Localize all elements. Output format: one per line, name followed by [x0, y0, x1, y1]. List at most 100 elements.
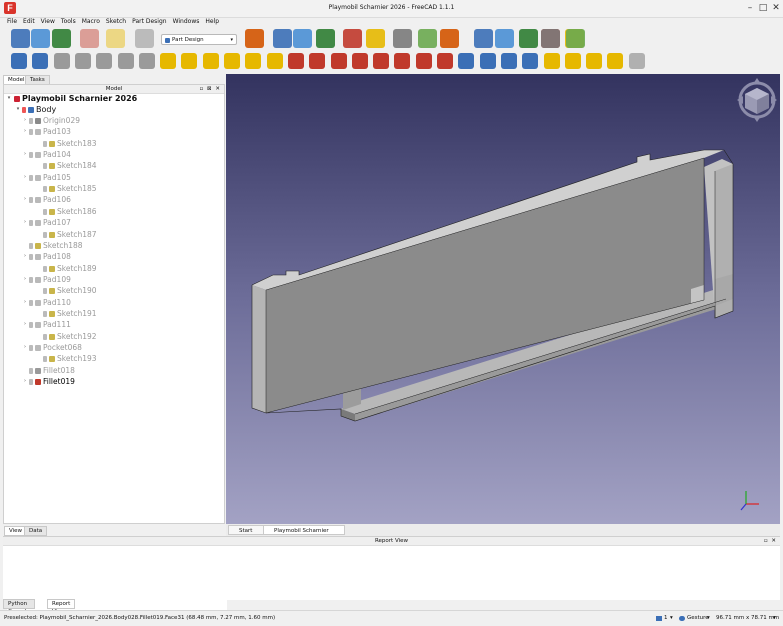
visibility-eye-icon[interactable] — [43, 288, 47, 295]
menu-view[interactable]: View — [38, 17, 58, 26]
menu-tools[interactable]: Tools — [58, 17, 79, 26]
tab-document[interactable]: Playmobil Scharnier 2026 : 1 ✕ — [263, 525, 345, 544]
revolution-icon[interactable] — [181, 53, 198, 69]
fillet-icon[interactable] — [458, 53, 475, 69]
multi-transform-icon[interactable] — [607, 53, 624, 69]
chamfer-icon[interactable] — [479, 53, 496, 69]
visibility-eye-icon[interactable] — [43, 265, 47, 272]
fit-all-icon[interactable] — [273, 29, 292, 48]
clone-icon[interactable] — [96, 53, 113, 69]
draw-style-icon[interactable] — [343, 29, 362, 48]
pipe-icon[interactable] — [224, 53, 240, 69]
boolean-icon[interactable] — [437, 53, 453, 69]
visibility-eye-icon[interactable] — [29, 367, 33, 374]
expander-icon[interactable]: › — [22, 194, 28, 205]
navigation-style[interactable]: Gesture — [687, 611, 709, 626]
isometric-view-icon[interactable] — [316, 29, 335, 48]
send-to-icon[interactable] — [541, 29, 560, 48]
tab-report-view[interactable]: Report View — [47, 599, 76, 615]
menu-part-design[interactable]: Part Design — [129, 17, 169, 26]
visibility-eye-icon[interactable] — [29, 242, 33, 249]
linear-pattern-icon[interactable] — [564, 53, 581, 69]
polar-pattern-icon[interactable] — [586, 53, 603, 69]
visibility-eye-icon[interactable] — [29, 220, 33, 227]
visibility-eye-icon[interactable] — [43, 231, 47, 238]
loft-icon[interactable] — [202, 53, 219, 69]
dimensions-dropdown-icon[interactable]: ▾ — [773, 611, 776, 626]
datum-point-icon[interactable] — [138, 53, 155, 69]
expander-icon[interactable]: › — [22, 251, 28, 262]
expander-icon[interactable]: › — [22, 149, 28, 160]
expander-icon[interactable]: › — [22, 376, 28, 387]
menu-sketch[interactable]: Sketch — [103, 17, 129, 26]
visibility-eye-icon[interactable] — [29, 197, 33, 204]
refresh-icon[interactable] — [135, 29, 154, 48]
tab-python-console[interactable]: Python Console — [3, 599, 35, 615]
visibility-eye-icon[interactable] — [29, 276, 33, 283]
menu-windows[interactable]: Windows — [170, 17, 203, 26]
navigation-cube[interactable] — [737, 78, 777, 122]
play-icon[interactable] — [628, 53, 645, 69]
new-file-icon[interactable] — [11, 29, 30, 48]
measure-icon[interactable] — [393, 29, 412, 48]
visibility-eye-icon[interactable] — [29, 299, 33, 306]
expander-icon[interactable]: › — [22, 217, 28, 228]
expander-icon[interactable]: › — [22, 297, 28, 308]
visibility-eye-icon[interactable] — [43, 163, 47, 170]
new-body-icon[interactable] — [11, 53, 27, 69]
visibility-eye-icon[interactable] — [29, 345, 33, 351]
open-file-icon[interactable] — [31, 29, 50, 48]
expander-icon[interactable]: › — [22, 274, 28, 285]
report-float-close-icons[interactable]: ▫ ✕ — [764, 537, 777, 545]
mirrored-icon[interactable] — [543, 53, 560, 69]
visibility-eye-icon[interactable] — [43, 208, 47, 215]
validate-sketch-icon[interactable] — [53, 53, 70, 69]
expander-icon[interactable]: › — [22, 319, 28, 330]
additive-box-icon[interactable] — [266, 53, 283, 69]
minimize-button[interactable]: – — [744, 2, 756, 14]
nav-style-dropdown-icon[interactable]: ▾ — [707, 611, 710, 626]
std-views-icon[interactable] — [366, 29, 385, 48]
fit-selection-icon[interactable] — [293, 29, 312, 48]
subtractive-helix-icon[interactable] — [394, 53, 411, 69]
save-file-icon[interactable] — [52, 29, 71, 48]
close-window-button[interactable]: ✕ — [770, 2, 782, 14]
visibility-eye-icon[interactable] — [43, 356, 47, 363]
caliper-icon[interactable] — [474, 29, 493, 48]
part-icon[interactable] — [495, 29, 514, 48]
create-body-icon[interactable] — [519, 29, 538, 48]
expander-icon[interactable]: › — [22, 126, 28, 137]
hole-icon[interactable] — [309, 53, 326, 69]
expander-icon[interactable]: ▾ — [6, 93, 12, 104]
visibility-eye-icon[interactable] — [29, 152, 33, 159]
groove-icon[interactable] — [330, 53, 347, 69]
tab-start[interactable]: Start □ — [228, 525, 264, 544]
subtractive-pipe-icon[interactable] — [373, 53, 390, 69]
redo-icon[interactable] — [106, 29, 125, 48]
expander-icon[interactable]: › — [22, 115, 28, 126]
visibility-eye-icon[interactable] — [29, 254, 33, 261]
visibility-eye-icon[interactable] — [22, 107, 26, 113]
3d-viewport[interactable] — [226, 74, 780, 524]
menu-file[interactable]: File — [4, 17, 20, 26]
draft-icon[interactable] — [500, 53, 517, 69]
pad-icon[interactable] — [160, 53, 177, 69]
workbench-selector[interactable]: Part Design ▾ — [161, 34, 237, 45]
subtractive-loft-icon[interactable] — [351, 53, 368, 69]
expander-icon[interactable]: › — [22, 172, 28, 183]
visibility-eye-icon[interactable] — [29, 118, 33, 124]
menu-macro[interactable]: Macro — [79, 17, 103, 26]
visibility-eye-icon[interactable] — [43, 140, 47, 147]
visibility-eye-icon[interactable] — [29, 322, 33, 329]
menu-help[interactable]: Help — [202, 17, 222, 26]
measure-distance-icon[interactable] — [418, 29, 437, 48]
zoom-icon[interactable] — [440, 29, 459, 48]
visibility-eye-icon[interactable] — [43, 333, 47, 340]
menu-edit[interactable]: Edit — [20, 17, 38, 26]
expander-icon[interactable]: › — [22, 342, 28, 353]
undo-icon[interactable] — [80, 29, 99, 48]
expander-icon[interactable]: ▾ — [15, 104, 21, 115]
page-dropdown-icon[interactable]: ▾ — [670, 611, 673, 626]
maximize-button[interactable]: □ — [757, 2, 769, 14]
visibility-eye-icon[interactable] — [29, 174, 33, 181]
